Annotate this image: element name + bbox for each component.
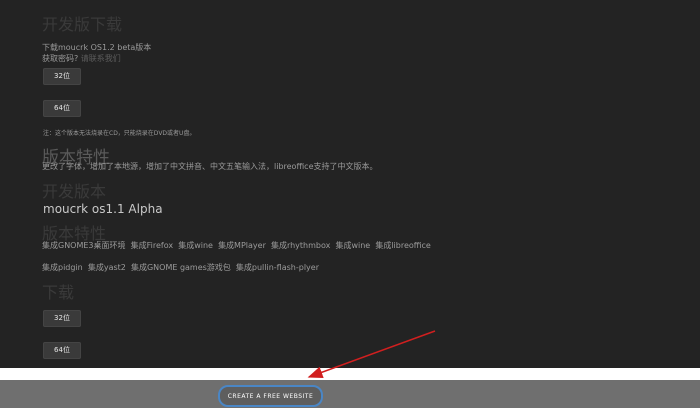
main-content: 开发版下载 下载moucrk OS1.2 beta版本 获取密码? 请联系我们 … <box>0 0 700 368</box>
feature-item: 集成Firefox <box>130 241 174 250</box>
download-32-button[interactable]: 32位 <box>43 68 81 85</box>
feature-item: 集成MPlayer <box>218 241 266 250</box>
feature-item: 集成pidgin <box>42 263 83 272</box>
features-row-1: 集成GNOME3桌面环境 集成Firefox 集成wine 集成MPlayer … <box>42 240 431 251</box>
older-download-32-button[interactable]: 32位 <box>43 310 81 327</box>
download-line: 下载moucrk OS1.2 beta版本 <box>42 43 152 52</box>
feature-item: 集成libreoffice <box>375 241 431 250</box>
feature-item: 集成rhythmbox <box>270 241 331 250</box>
note-text: 注：这个版本无法烧录在CD，只能烧录在DVD或者U盘。 <box>43 130 196 137</box>
white-separator <box>0 368 700 380</box>
password-line: 获取密码? 请联系我们 <box>42 53 121 64</box>
faded-download-heading: 下载 <box>42 283 75 302</box>
version-title: moucrk os1.1 Alpha <box>43 202 163 216</box>
features-row-2: 集成pidgin 集成yast2 集成GNOME games游戏包 集成pull… <box>42 262 319 273</box>
feature-item: 集成GNOME games游戏包 <box>130 263 231 272</box>
feature-item: 集成wine <box>335 241 371 250</box>
feature-item: 集成yast2 <box>87 263 126 272</box>
download-64-button[interactable]: 64位 <box>43 100 81 117</box>
feature-item: 集成wine <box>178 241 213 250</box>
features-description: 更改了字体，增加了本地源，增加了中文拼音、中文五笔输入法，libreoffice… <box>42 162 378 171</box>
faded-heading-older: 开发版本 <box>42 182 107 201</box>
footer-bar: CREATE A FREE WEBSITE <box>0 380 700 408</box>
password-prefix: 获取密码? <box>42 54 79 63</box>
faded-heading-dev: 开发版下载 <box>42 15 123 34</box>
create-free-website-button[interactable]: CREATE A FREE WEBSITE <box>218 385 323 407</box>
feature-item: 集成GNOME3桌面环境 <box>42 241 126 250</box>
feature-item: 集成pullin-flash-plyer <box>235 263 319 272</box>
older-download-64-button[interactable]: 64位 <box>43 342 81 359</box>
password-link[interactable]: 请联系我们 <box>81 54 121 63</box>
